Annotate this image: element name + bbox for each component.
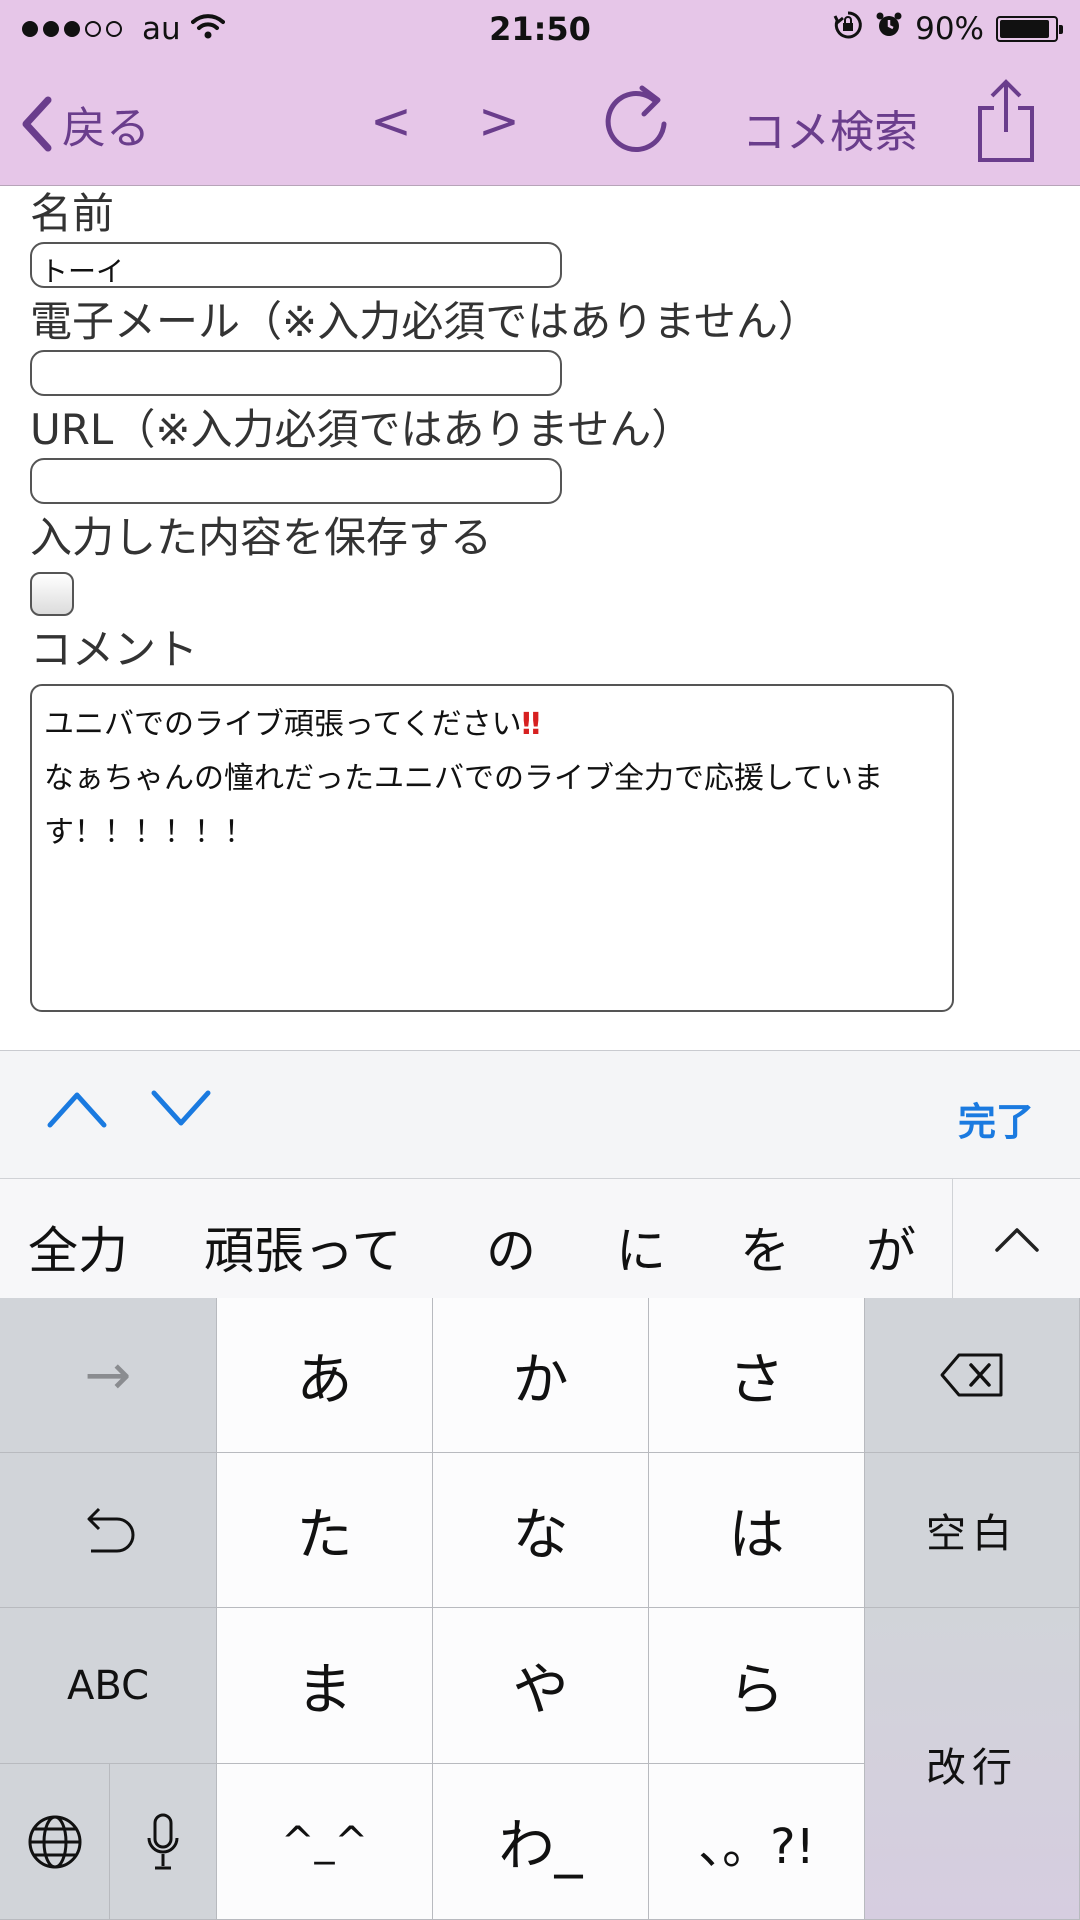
- candidate-word[interactable]: に: [616, 1211, 666, 1283]
- signal-dot: [43, 21, 59, 37]
- url-field[interactable]: [30, 458, 562, 504]
- rotation-lock-icon: [833, 10, 863, 48]
- double-exclamation-emoji: ‼: [521, 707, 541, 742]
- status-time: 21:50: [489, 10, 591, 48]
- delete-key[interactable]: [865, 1298, 1080, 1453]
- back-button[interactable]: 戻る: [20, 92, 150, 156]
- comment-text: ユニバでのライブ頑張ってください: [44, 707, 522, 742]
- name-label: 名前: [30, 189, 115, 238]
- comment-line: ユニバでのライブ頑張ってください‼: [44, 698, 940, 752]
- kaomoji-key[interactable]: ^_^: [217, 1764, 433, 1920]
- dictation-key[interactable]: [110, 1764, 217, 1920]
- key-ha[interactable]: は: [649, 1453, 865, 1608]
- key-ya[interactable]: や: [433, 1608, 649, 1764]
- signal-dot: [85, 21, 101, 37]
- chevron-left-icon: [22, 96, 52, 152]
- candidate-word[interactable]: の: [486, 1211, 536, 1283]
- signal-dot: [22, 21, 38, 37]
- chevron-down-icon: [151, 1090, 211, 1126]
- comment-label: コメント: [30, 625, 199, 674]
- return-key[interactable]: 改行: [865, 1608, 1080, 1920]
- backspace-icon: [940, 1353, 1003, 1397]
- comment-search-button[interactable]: コメ検索: [742, 96, 918, 160]
- globe-key[interactable]: [0, 1764, 110, 1920]
- flick-keyboard: → あ か さ た な は 空白 ABC ま や ら 改行 ^_^ わ_ 、。?…: [0, 1298, 1080, 1920]
- email-label: 電子メール（※入力必須ではありません）: [30, 297, 820, 346]
- name-field[interactable]: トーイ: [30, 242, 562, 288]
- battery-fill: [1000, 20, 1049, 38]
- nav-bar: 戻る < > コメ検索: [0, 58, 1080, 186]
- space-key[interactable]: 空白: [865, 1453, 1080, 1608]
- save-label: 入力した内容を保存する: [30, 513, 493, 562]
- status-left: au: [22, 11, 382, 47]
- status-right: 90%: [698, 10, 1063, 48]
- prev-page-button[interactable]: <: [370, 92, 412, 150]
- candidate-bar: 全力 頑張って の に を が: [0, 1178, 1080, 1299]
- signal-dot: [106, 21, 122, 37]
- key-sa[interactable]: さ: [649, 1298, 865, 1453]
- candidate-word[interactable]: 頑張って: [204, 1211, 402, 1283]
- abc-key[interactable]: ABC: [0, 1608, 217, 1764]
- carrier-name: au: [142, 11, 181, 47]
- email-field[interactable]: [30, 350, 562, 396]
- globe-icon: [28, 1815, 81, 1868]
- alarm-icon: [875, 11, 903, 47]
- microphone-icon: [147, 1813, 179, 1869]
- comment-line: なぁちゃんの憧れだったユニバでのライブ全力で応援していま: [44, 761, 884, 796]
- keyboard-accessory-bar: 完了: [0, 1050, 1080, 1178]
- undo-icon: [87, 1507, 135, 1553]
- back-label: 戻る: [62, 103, 150, 154]
- battery-percent: 90%: [915, 11, 984, 47]
- url-label: URL（※入力必須ではありません）: [30, 405, 694, 454]
- key-a[interactable]: あ: [217, 1298, 433, 1453]
- next-page-button[interactable]: >: [478, 92, 520, 150]
- previous-field-button[interactable]: [46, 1089, 108, 1133]
- candidate-word[interactable]: が: [866, 1211, 916, 1283]
- next-field-button[interactable]: [150, 1089, 212, 1133]
- comment-form: 名前 トーイ 電子メール（※入力必須ではありません） URL（※入力必須ではあり…: [30, 186, 1050, 1012]
- share-icon: [978, 79, 1034, 162]
- save-checkbox[interactable]: [30, 572, 74, 616]
- reload-icon: [605, 85, 667, 152]
- chevron-up-icon: [47, 1092, 107, 1128]
- undo-key[interactable]: [0, 1453, 217, 1608]
- comment-textarea[interactable]: ユニバでのライブ頑張ってください‼ なぁちゃんの憧れだったユニバでのライブ全力で…: [30, 684, 954, 1012]
- reload-button[interactable]: [602, 80, 674, 171]
- battery-icon: [996, 16, 1063, 42]
- punctuation-key[interactable]: 、。?!: [649, 1764, 865, 1920]
- key-ka[interactable]: か: [433, 1298, 649, 1453]
- chevron-up-icon: [994, 1228, 1039, 1252]
- candidate-word[interactable]: 全力: [28, 1211, 128, 1283]
- signal-dots: [22, 21, 122, 37]
- key-ma[interactable]: ま: [217, 1608, 433, 1764]
- comment-line: す！！！！！！: [44, 815, 254, 850]
- status-bar: au 21:50 90%: [0, 0, 1080, 58]
- key-ra[interactable]: ら: [649, 1608, 865, 1764]
- expand-candidates-button[interactable]: [952, 1179, 1080, 1299]
- wifi-icon: [190, 11, 225, 47]
- share-button[interactable]: [976, 76, 1036, 175]
- candidate-word[interactable]: を: [740, 1211, 790, 1283]
- cursor-right-key[interactable]: →: [0, 1298, 217, 1453]
- key-ta[interactable]: た: [217, 1453, 433, 1608]
- signal-dot: [64, 21, 80, 37]
- key-wa[interactable]: わ_: [433, 1764, 649, 1920]
- done-button[interactable]: 完了: [958, 1091, 1034, 1146]
- key-na[interactable]: な: [433, 1453, 649, 1608]
